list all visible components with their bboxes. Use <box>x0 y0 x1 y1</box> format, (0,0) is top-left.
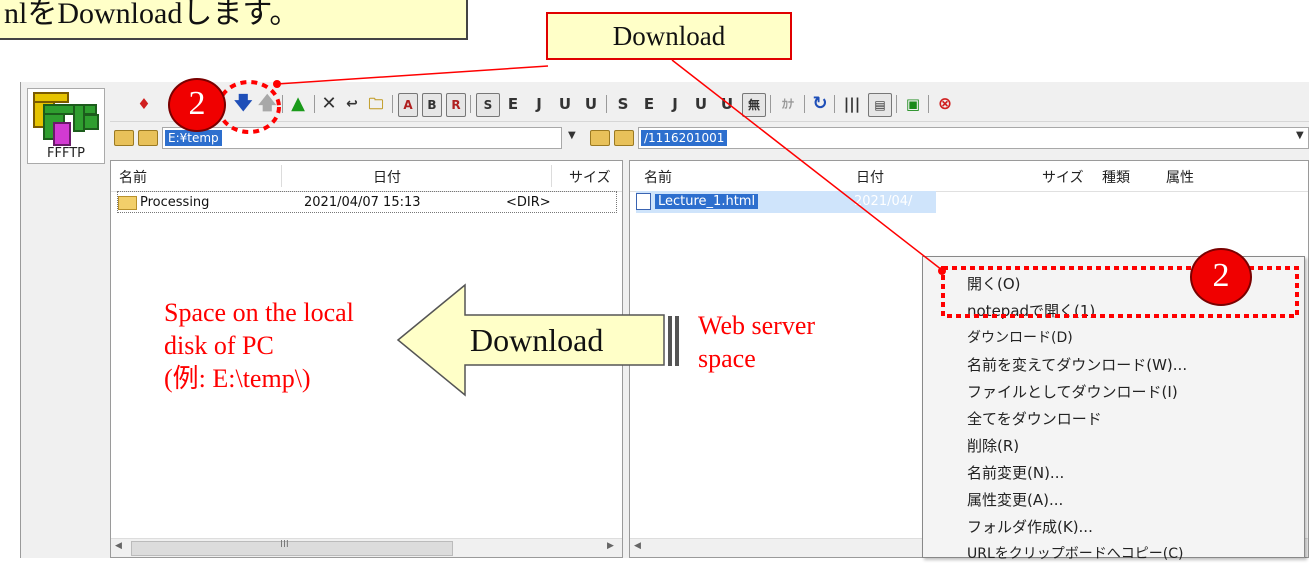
local-space-label: Space on the local disk of PC (例: E:\tem… <box>164 296 354 395</box>
local-space-line-3: (例: E:\temp\) <box>164 364 311 393</box>
highlight-download-button <box>217 80 281 134</box>
web-space-label: Web server space <box>698 309 815 375</box>
local-space-line-1: Space on the local <box>164 298 354 327</box>
step-badge-toolbar: 2 <box>168 78 226 132</box>
local-space-line-2: disk of PC <box>164 331 274 360</box>
callout-line-menu <box>671 59 943 271</box>
arrow-stripe-2 <box>675 316 679 366</box>
web-space-line-2: space <box>698 344 756 373</box>
arrow-label: Download <box>470 322 604 358</box>
web-space-line-1: Web server <box>698 311 816 340</box>
callout-line-toolbar <box>276 65 549 85</box>
step-badge-menu: 2 <box>1190 248 1252 306</box>
arrow-stripe-1 <box>668 316 672 366</box>
callout-dot-top <box>273 80 281 88</box>
